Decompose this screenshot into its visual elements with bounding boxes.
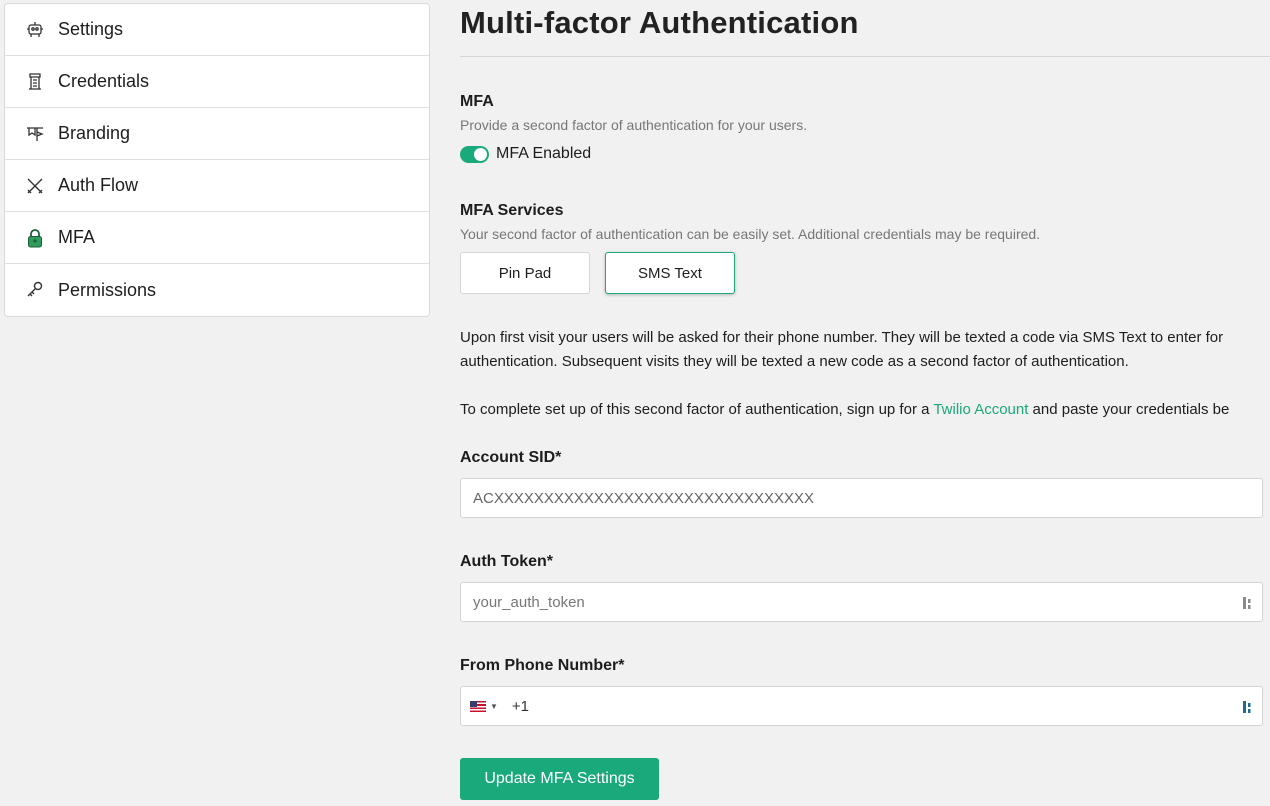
mfa-toggle-row: MFA Enabled [460, 145, 591, 163]
mfa-enabled-label: MFA Enabled [496, 145, 592, 162]
sms-info-line-1: Upon first visit your users will be aske… [460, 329, 1224, 346]
sidebar-item-branding[interactable]: Branding [5, 108, 429, 160]
robot-icon [24, 19, 46, 41]
sidebar-item-credentials[interactable]: Credentials [5, 56, 429, 108]
from-phone-label: From Phone Number* [460, 657, 625, 674]
sidebar-item-label: Auth Flow [58, 175, 139, 195]
password-manager-icon[interactable] [1242, 595, 1254, 611]
lock-icon [24, 227, 46, 249]
pin-pad-button[interactable]: Pin Pad [460, 252, 590, 294]
setup-paragraph: To complete set up of this second factor… [460, 398, 1270, 422]
sms-text-button[interactable]: SMS Text [605, 252, 735, 294]
sidebar-item-label: Branding [58, 123, 131, 143]
sidebar-item-permissions[interactable]: Permissions [5, 264, 429, 316]
account-sid-input[interactable]: ACXXXXXXXXXXXXXXXXXXXXXXXXXXXXXXXX [460, 478, 1263, 518]
key-icon [24, 279, 46, 301]
sidebar-item-label: Permissions [58, 279, 157, 300]
phone-prefix: +1 [511, 697, 530, 715]
auth-token-placeholder: your_auth_token [473, 593, 585, 611]
sidebar-item-label: MFA [58, 227, 96, 247]
tower-icon [24, 71, 46, 93]
page-title: Multi-factor Authentication [460, 0, 1270, 57]
mfa-section-description: Provide a second factor of authenticatio… [460, 117, 808, 133]
main-content: Multi-factor Authentication MFA Provide … [460, 0, 1270, 800]
mfa-section-title: MFA [460, 93, 494, 110]
auth-token-input[interactable]: your_auth_token [460, 582, 1263, 622]
sidebar-item-label: Credentials [58, 71, 150, 91]
setup-text-after: and paste your credentials be [1028, 401, 1230, 418]
update-mfa-settings-button[interactable]: Update MFA Settings [460, 758, 659, 800]
twilio-account-link[interactable]: Twilio Account [933, 401, 1028, 418]
account-sid-placeholder: ACXXXXXXXXXXXXXXXXXXXXXXXXXXXXXXXX [473, 489, 814, 507]
crossed-swords-icon [24, 175, 46, 197]
banner-icon [24, 123, 46, 145]
password-manager-icon[interactable] [1242, 699, 1254, 715]
sidebar-item-label: Settings [58, 19, 124, 39]
sms-info-paragraph: Upon first visit your users will be aske… [460, 326, 1270, 374]
auth-token-label: Auth Token* [460, 553, 554, 570]
chevron-down-icon[interactable]: ▼ [490, 702, 498, 711]
mfa-services-description: Your second factor of authentication can… [460, 226, 1041, 242]
sidebar-nav: Settings Credentials Branding Auth Flow [4, 3, 430, 317]
account-sid-label: Account SID* [460, 449, 562, 466]
sidebar-item-settings[interactable]: Settings [5, 4, 429, 56]
setup-text-before: To complete set up of this second factor… [460, 401, 934, 418]
from-phone-input[interactable]: ▼ +1 [460, 686, 1263, 726]
mfa-enabled-toggle[interactable] [460, 145, 489, 163]
toggle-knob [474, 147, 487, 161]
sidebar-item-mfa[interactable]: MFA [5, 212, 429, 264]
mfa-services-title: MFA Services [460, 202, 564, 219]
sidebar-item-auth-flow[interactable]: Auth Flow [5, 160, 429, 212]
us-flag-icon[interactable] [470, 700, 486, 712]
sms-info-line-2: authentication. Subsequent visits they w… [460, 353, 1129, 370]
